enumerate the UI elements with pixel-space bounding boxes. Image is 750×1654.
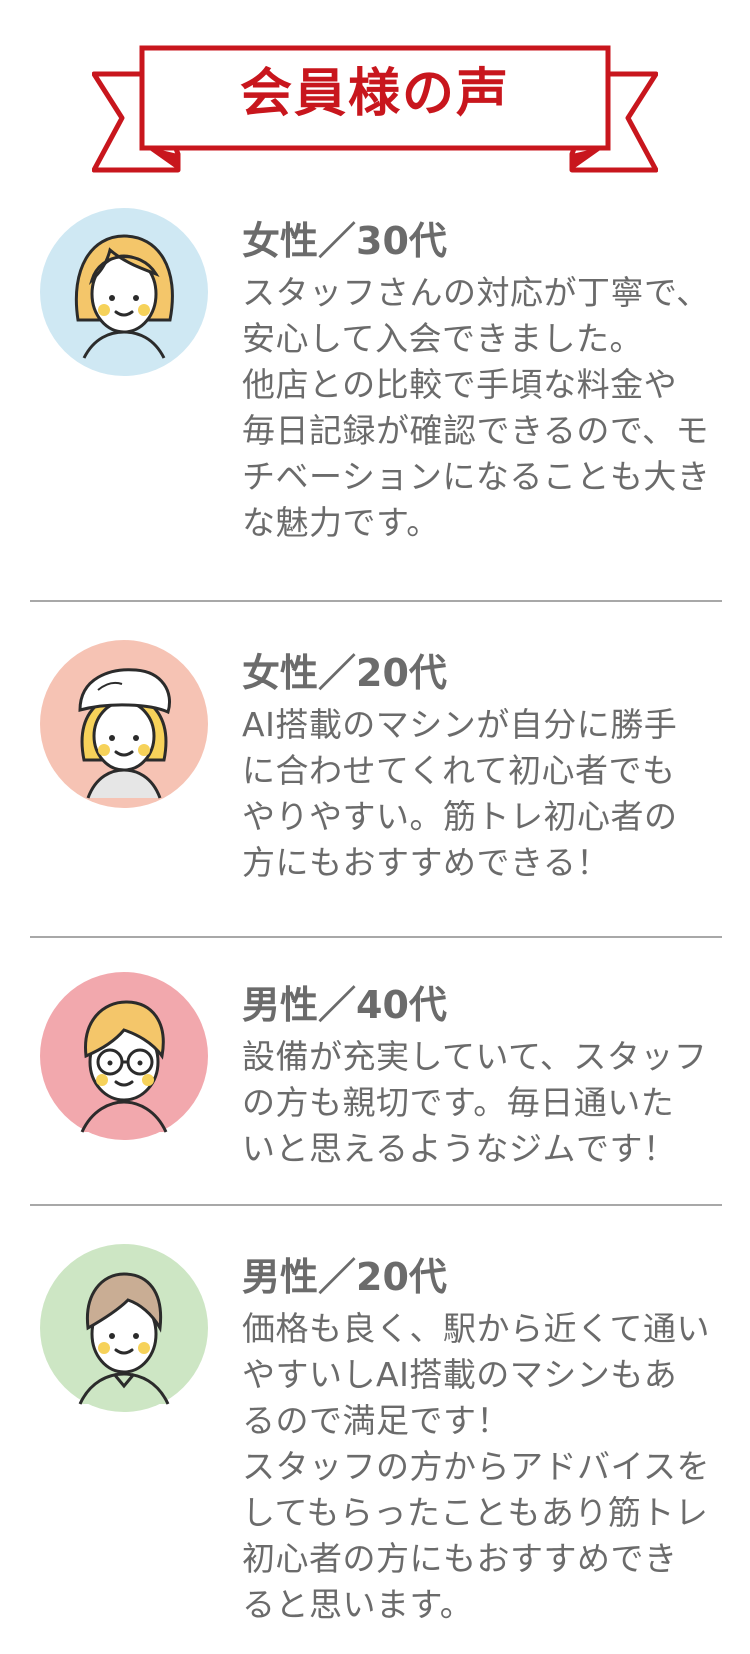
person-label: 女性／20代	[242, 651, 447, 695]
header-banner: 会員様の声	[92, 44, 658, 184]
woman-cap-avatar-icon	[40, 640, 208, 808]
testimonial-comment: スタッフさんの対応が丁寧で、 安心して入会できました。 他店との比較で手頃な料金…	[242, 273, 711, 542]
person-label: 男性／20代	[242, 1255, 447, 1299]
page-title: 会員様の声	[239, 64, 510, 124]
man-avatar-icon	[40, 1244, 208, 1412]
person-label: 女性／30代	[242, 219, 447, 263]
testimonial-comment: 設備が充実していて、スタッフ の方も親切です。毎日通いた いと思えるようなジムで…	[242, 1037, 708, 1168]
woman-avatar-icon	[40, 208, 208, 376]
man-glasses-avatar-icon	[40, 972, 208, 1140]
divider	[30, 1204, 722, 1206]
divider	[30, 936, 722, 938]
testimonial-comment: AI搭載のマシンが自分に勝手 に合わせてくれて初心者でも やりやすい。筋トレ初心…	[242, 705, 678, 882]
person-label: 男性／40代	[242, 983, 447, 1027]
divider	[30, 600, 722, 602]
testimonial-comment: 価格も良く、駅から近くて通い やすいしAI搭載のマシンもあ るので満足です！ ス…	[242, 1309, 711, 1624]
